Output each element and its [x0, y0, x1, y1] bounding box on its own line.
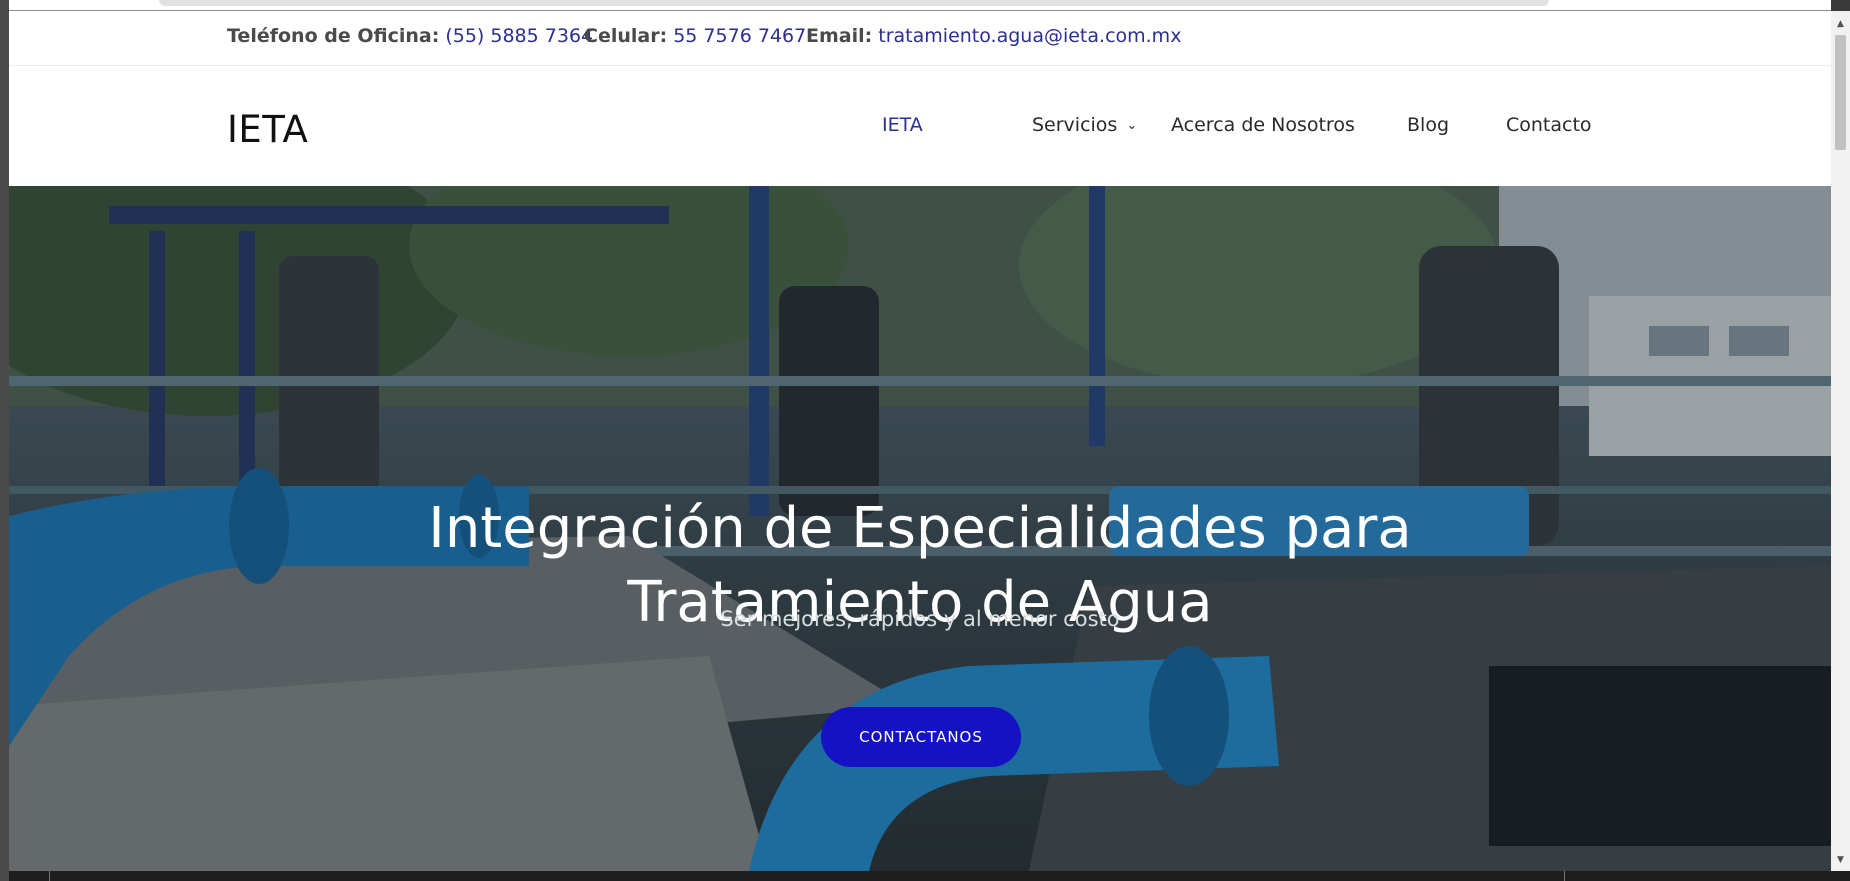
email-label: Email:: [806, 25, 873, 47]
nav-item-ieta[interactable]: IETA: [882, 114, 923, 136]
cell-phone-link[interactable]: 55 7576 7467: [673, 25, 806, 47]
nav-item-servicios-label: Servicios: [1032, 114, 1118, 136]
nav-item-blog[interactable]: Blog: [1407, 114, 1449, 136]
hero-banner: Integración de Especialidades para Trata…: [9, 186, 1831, 871]
hero-title-line-1: Integración de Especialidades para: [428, 495, 1412, 561]
web-page: Teléfono de Oficina: (55) 5885 7364 Celu…: [9, 11, 1831, 871]
office-phone-link[interactable]: (55) 5885 7364: [445, 25, 593, 47]
cell-phone-label: Celular:: [584, 25, 668, 47]
email-link[interactable]: tratamiento.agua@ieta.com.mx: [878, 25, 1181, 47]
address-bar-edge: [159, 0, 1549, 6]
page-scrollbar[interactable]: ▲ ▼: [1831, 11, 1850, 871]
nav-item-acerca[interactable]: Acerca de Nosotros: [1171, 114, 1355, 136]
office-phone: Teléfono de Oficina: (55) 5885 7364: [227, 25, 593, 47]
hero-subtitle: Ser mejores, rápidos y al menor costo: [720, 607, 1120, 631]
nav-item-servicios[interactable]: Servicios ⌄: [1032, 114, 1137, 136]
bottom-edge-tick: [49, 871, 50, 881]
scrollbar-thumb[interactable]: [1835, 35, 1846, 150]
window-bottom-edge: [9, 871, 1850, 881]
arrow-up-icon[interactable]: ▲: [1831, 17, 1850, 31]
browser-frame: Teléfono de Oficina: (55) 5885 7364 Celu…: [0, 0, 1850, 881]
browser-chrome-edge: [9, 0, 1831, 10]
email-contact: Email: tratamiento.agua@ieta.com.mx: [806, 25, 1181, 47]
contact-bar: Teléfono de Oficina: (55) 5885 7364 Celu…: [9, 11, 1831, 66]
nav-item-contacto[interactable]: Contacto: [1506, 114, 1592, 136]
chevron-down-icon: ⌄: [1126, 118, 1138, 133]
office-phone-label: Teléfono de Oficina:: [227, 25, 440, 47]
cell-phone: Celular: 55 7576 7467: [584, 25, 806, 47]
site-logo[interactable]: IETA: [227, 108, 308, 151]
window-edge: [0, 0, 9, 881]
arrow-down-icon[interactable]: ▼: [1831, 853, 1850, 867]
bottom-edge-tick: [1564, 871, 1565, 881]
site-header: IETA IETA Servicios ⌄ Acerca de Nosotros …: [9, 66, 1831, 186]
contact-cta-button[interactable]: CONTACTANOS: [821, 707, 1021, 767]
